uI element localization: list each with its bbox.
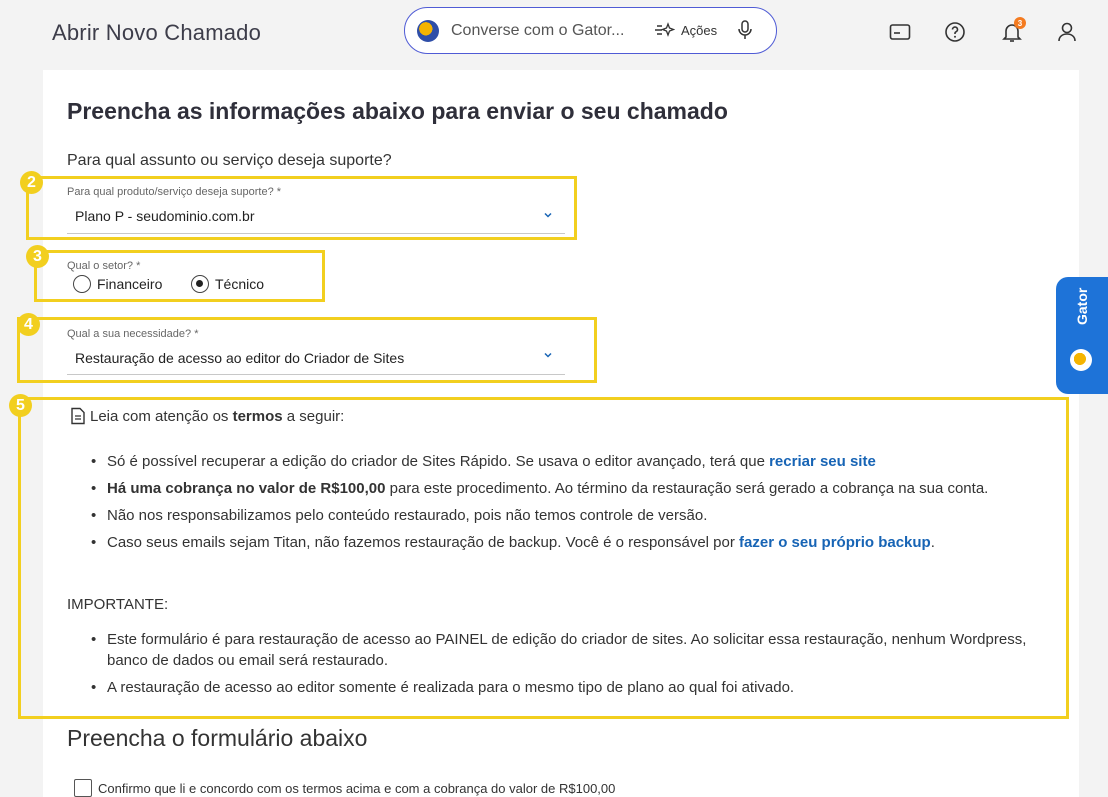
radio-circle-checked — [191, 275, 209, 293]
confirm-terms-checkbox[interactable]: Confirmo que li e concordo com os termos… — [74, 779, 615, 797]
important-label: IMPORTANTE: — [67, 596, 169, 613]
term-text: Só é possível recuperar a edição do cria… — [107, 453, 770, 470]
search-input[interactable] — [451, 21, 641, 41]
terms-intro: Leia com atenção os termos a seguir: — [70, 407, 344, 425]
actions-label: Ações — [681, 22, 718, 38]
important-text: Este formulário é para restauração de ac… — [107, 631, 1027, 669]
gator-logo-icon — [1070, 349, 1092, 371]
gator-side-tab[interactable]: Gator — [1056, 277, 1108, 394]
list-item: Não nos responsabilizamos pelo conteúdo … — [91, 505, 1067, 526]
list-item: Só é possível recuperar a edição do cria… — [91, 451, 1067, 472]
need-field-underline — [67, 374, 565, 375]
subject-question: Para qual assunto ou serviço deseja supo… — [67, 152, 392, 169]
help-icon[interactable] — [943, 20, 967, 44]
radio-financeiro-label: Financeiro — [97, 276, 163, 292]
checkbox-box[interactable] — [74, 779, 92, 797]
billing-card-icon[interactable] — [888, 20, 912, 44]
top-bar: Abrir Novo Chamado Ações 3 — [0, 0, 1108, 70]
gator-tab-label: Gator — [1074, 287, 1090, 325]
need-field-label: Qual a sua necessidade? * — [67, 328, 199, 340]
user-profile-icon[interactable] — [1055, 20, 1079, 44]
important-text: A restauração de acesso ao editor soment… — [107, 679, 795, 696]
form-heading: Preencha as informações abaixo para envi… — [67, 98, 728, 124]
need-select[interactable]: Restauração de acesso ao editor do Criad… — [67, 342, 565, 376]
need-select-value: Restauração de acesso ao editor do Criad… — [75, 350, 405, 366]
chevron-down-icon — [544, 212, 552, 218]
radio-tecnico[interactable]: Técnico — [191, 275, 264, 293]
term-text: Caso seus emails sejam Titan, não fazemo… — [107, 534, 740, 551]
page-title: Abrir Novo Chamado — [52, 20, 262, 45]
step-number-2: 2 — [20, 171, 43, 194]
document-icon — [71, 407, 85, 425]
actions-button[interactable]: Ações — [653, 21, 717, 39]
terms-intro-prefix: Leia com atenção os — [90, 407, 233, 425]
product-select[interactable]: Plano P - seudominio.com.br — [67, 200, 565, 234]
terms-list: Só é possível recuperar a edição do cria… — [91, 451, 1067, 559]
terms-intro-suffix: a seguir: — [282, 407, 345, 425]
chevron-down-icon — [544, 352, 552, 358]
list-item: A restauração de acesso ao editor soment… — [91, 677, 1067, 698]
terms-intro-bold: termos — [232, 407, 283, 425]
product-field-label: Para qual produto/serviço deseja suporte… — [67, 186, 282, 198]
list-item: Caso seus emails sejam Titan, não fazemo… — [91, 532, 1067, 553]
important-list: Este formulário é para restauração de ac… — [91, 629, 1067, 704]
notification-badge: 3 — [1014, 17, 1026, 29]
radio-financeiro[interactable]: Financeiro — [73, 275, 162, 293]
step-number-3: 3 — [26, 245, 49, 268]
recreate-site-link[interactable]: recriar seu site — [769, 453, 876, 470]
form-subheading: Preencha o formulário abaixo — [67, 725, 368, 751]
term-bold: Há uma cobrança no valor de R$100,00 — [107, 480, 386, 497]
product-field-underline — [67, 233, 565, 234]
step-number-5: 5 — [9, 394, 32, 417]
term-text: Não nos responsabilizamos pelo conteúdo … — [107, 507, 708, 524]
product-select-value: Plano P - seudominio.com.br — [75, 208, 255, 224]
own-backup-link[interactable]: fazer o seu próprio backup — [739, 534, 931, 551]
list-item: Há uma cobrança no valor de R$100,00 par… — [91, 478, 1067, 499]
microphone-icon[interactable] — [737, 19, 753, 46]
gator-search-bar[interactable]: Ações — [404, 7, 777, 54]
confirm-terms-label: Confirmo que li e concordo com os termos… — [98, 780, 616, 796]
sector-field-label: Qual o setor? * — [67, 260, 141, 272]
term-text: para este procedimento. Ao término da re… — [385, 480, 989, 497]
step-number-4: 4 — [17, 313, 40, 336]
radio-circle-unchecked — [73, 275, 91, 293]
radio-tecnico-label: Técnico — [215, 276, 265, 292]
sparkle-icon — [655, 22, 675, 37]
list-item: Este formulário é para restauração de ac… — [91, 629, 1067, 671]
notifications-bell-icon[interactable]: 3 — [1000, 17, 1026, 44]
ticket-form-card: Preencha as informações abaixo para envi… — [17, 70, 1079, 797]
gator-logo-icon — [417, 20, 439, 42]
term-suffix: . — [930, 534, 935, 551]
